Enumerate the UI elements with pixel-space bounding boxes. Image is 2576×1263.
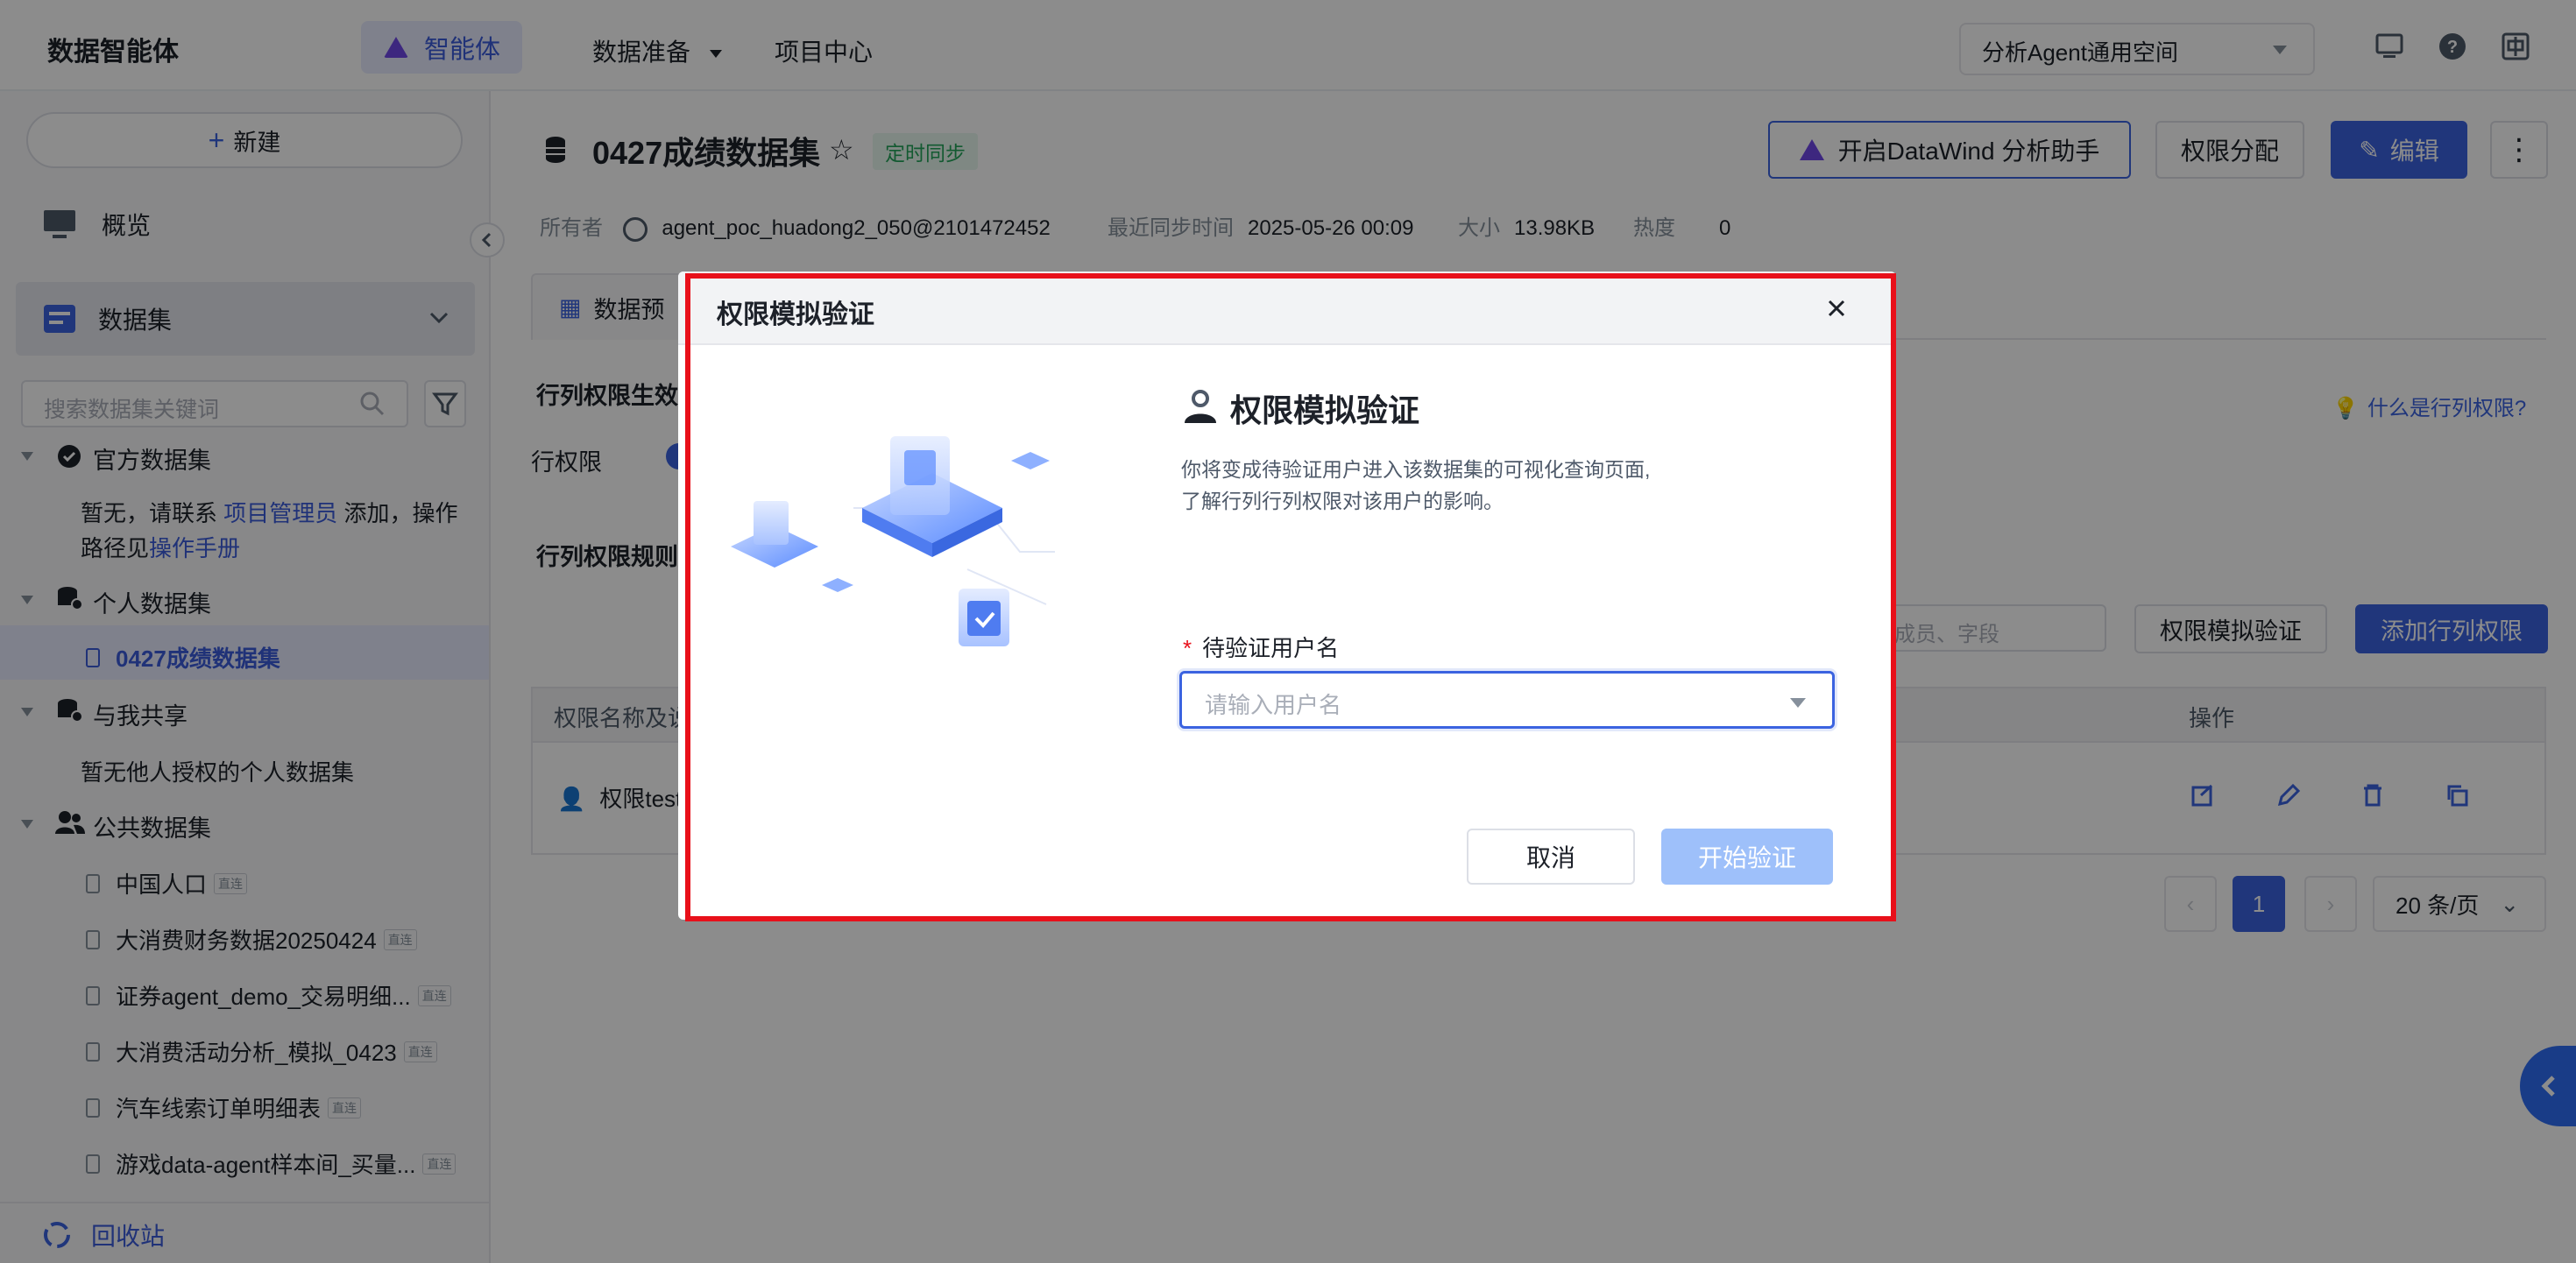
highlight-frame — [685, 273, 1896, 921]
